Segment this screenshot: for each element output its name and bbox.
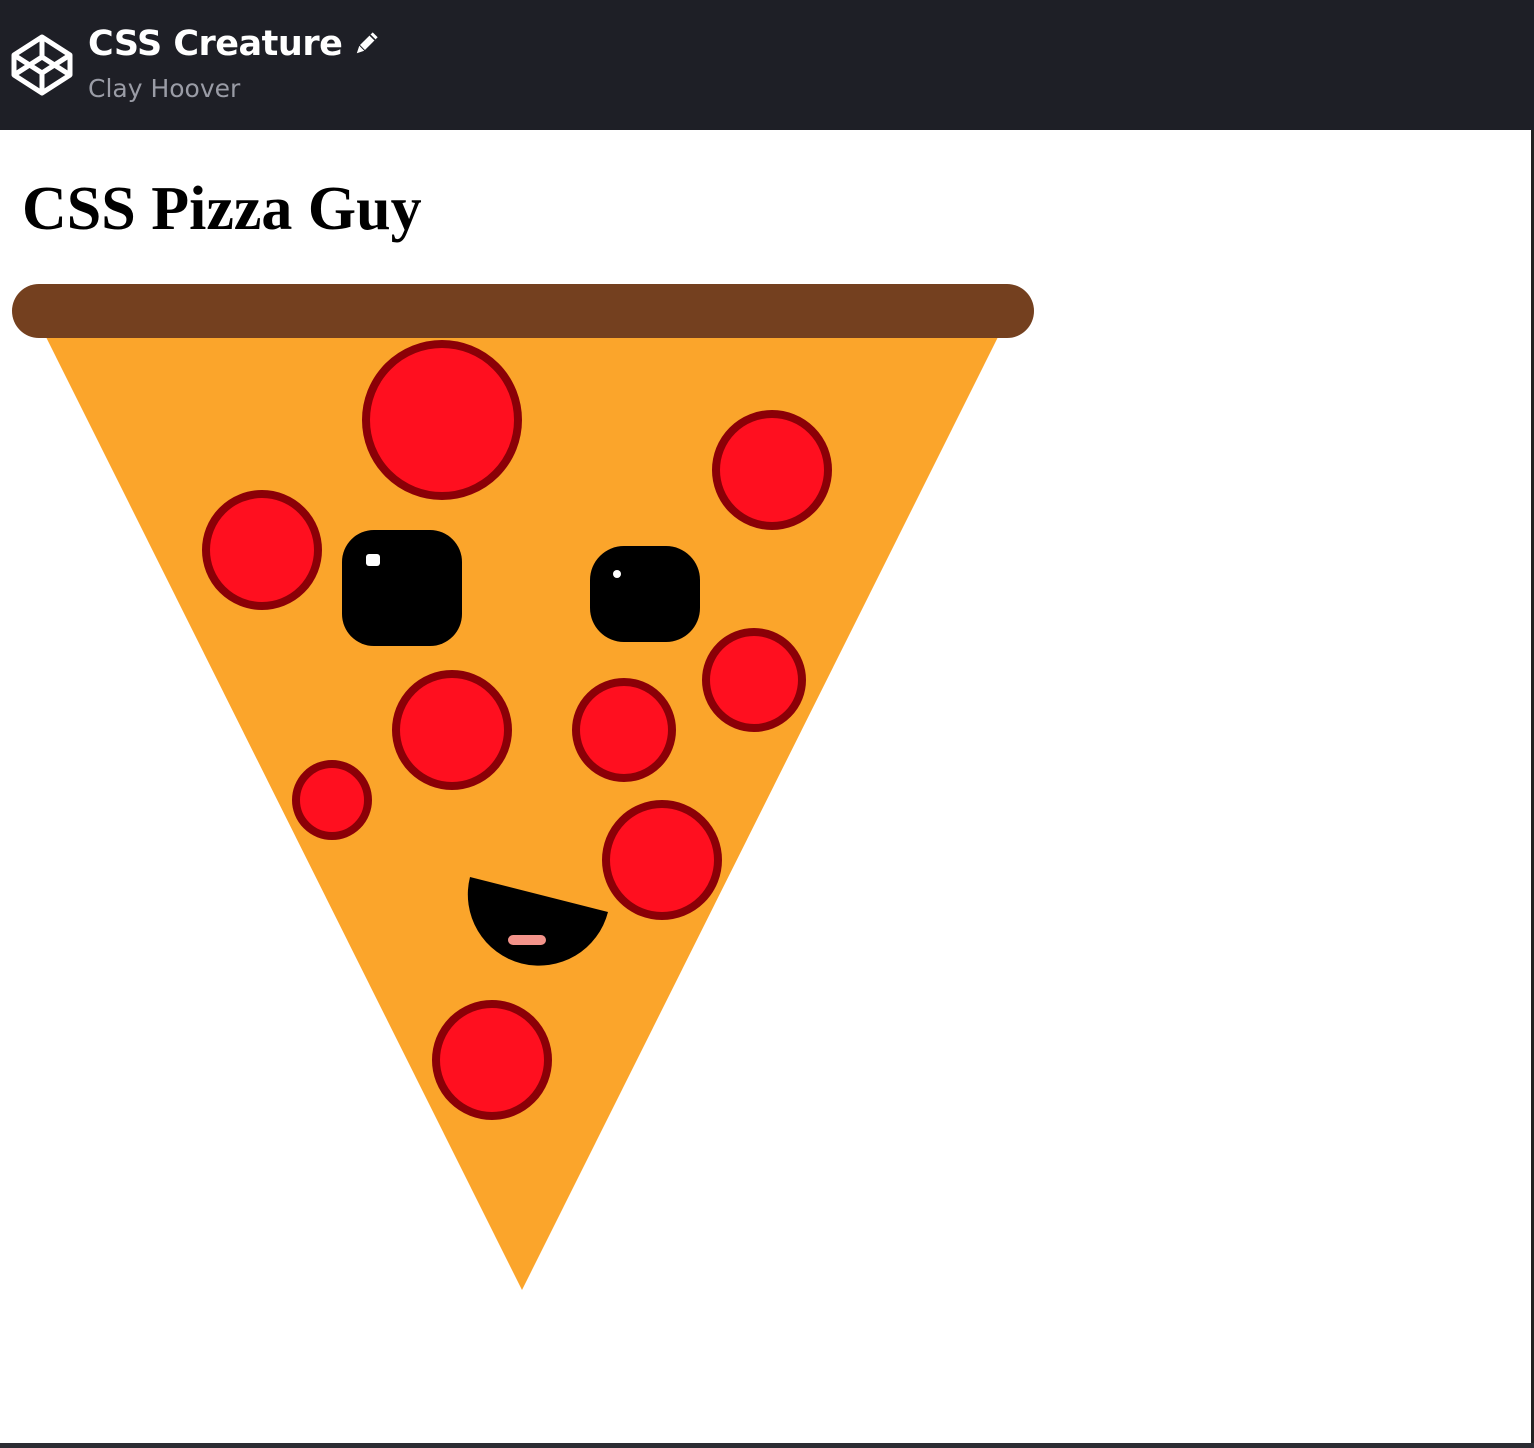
pepperoni bbox=[432, 1000, 552, 1120]
right-eye bbox=[590, 546, 700, 642]
pepperoni bbox=[292, 760, 372, 840]
left-eye bbox=[342, 530, 462, 646]
pepperoni bbox=[392, 670, 512, 790]
pepperoni bbox=[362, 340, 522, 500]
pepperoni bbox=[602, 800, 722, 920]
tongue bbox=[508, 935, 546, 945]
pepperoni bbox=[702, 628, 806, 732]
cheese-triangle bbox=[44, 333, 1000, 1290]
left-eye-shine bbox=[366, 554, 380, 566]
pizza-crust bbox=[12, 284, 1034, 338]
pizza-slice bbox=[44, 333, 1000, 1290]
bottom-bar bbox=[0, 1443, 1534, 1448]
right-eye-shine bbox=[613, 570, 621, 578]
pepperoni bbox=[202, 490, 322, 610]
pepperoni bbox=[572, 678, 676, 782]
pepperoni bbox=[712, 410, 832, 530]
